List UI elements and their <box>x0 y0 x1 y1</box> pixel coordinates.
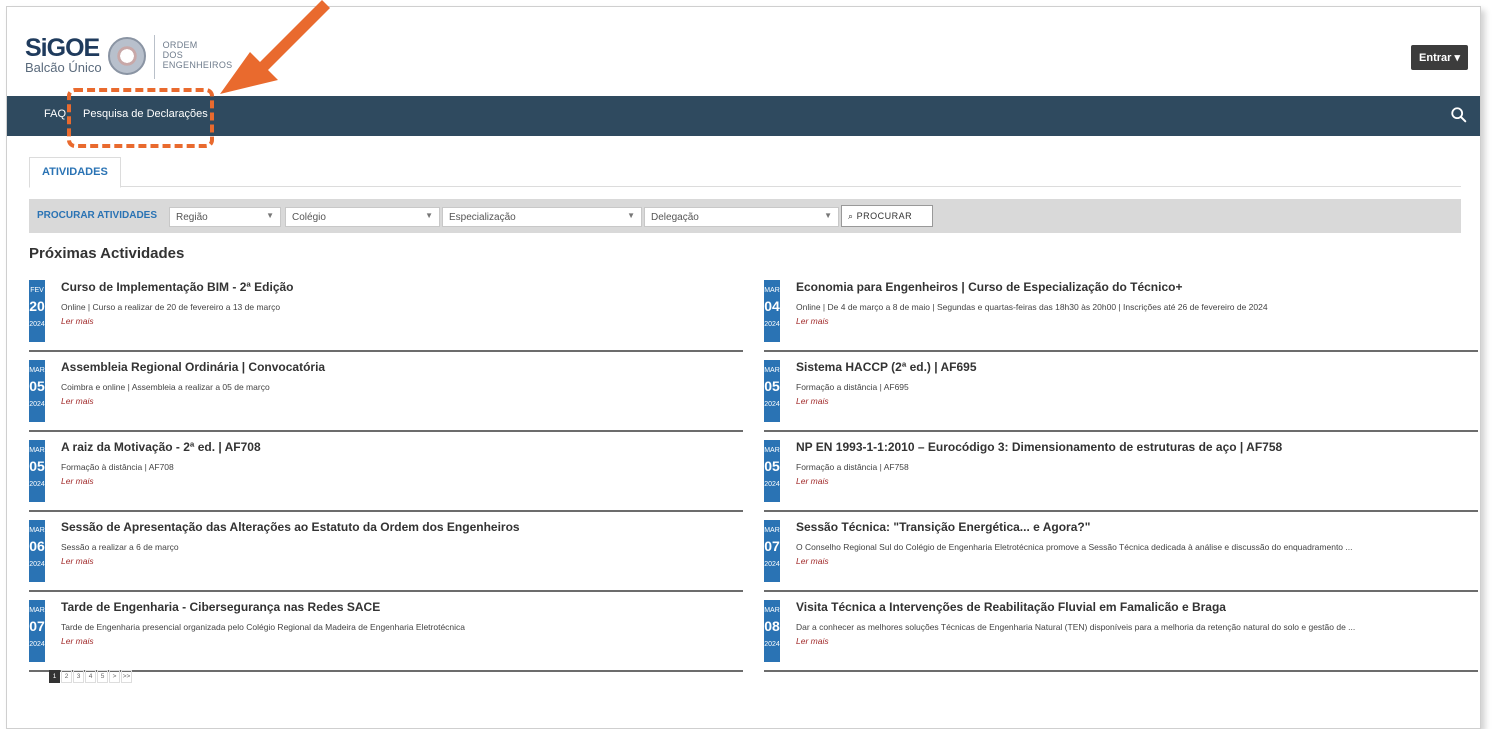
date-badge: MAR 05 2024 <box>764 360 780 422</box>
next-page-link[interactable]: > <box>109 670 120 683</box>
read-more-link[interactable]: Ler mais <box>796 556 829 566</box>
login-button[interactable]: Entrar ▾ <box>1411 45 1468 70</box>
event-description: Formação a distância | AF695 <box>796 382 909 392</box>
site-logo[interactable]: SiGOE Balcão Único ORDEM DOS ENGENHEIROS <box>25 35 232 79</box>
event-card[interactable]: MAR 05 2024 Sistema HACCP (2ª ed.) | AF6… <box>764 360 1478 432</box>
event-card[interactable]: MAR 04 2024 Economia para Engenheiros | … <box>764 280 1478 352</box>
event-description: Online | Curso a realizar de 20 de fever… <box>61 302 281 312</box>
event-title[interactable]: Sessão de Apresentação das Alterações ao… <box>61 520 520 534</box>
event-description: Coimbra e online | Assembleia a realizar… <box>61 382 270 392</box>
event-title[interactable]: Assembleia Regional Ordinária | Convocat… <box>61 360 325 374</box>
date-badge: MAR 05 2024 <box>29 440 45 502</box>
pagination: 1 2 3 4 5 > >> <box>49 670 133 683</box>
read-more-link[interactable]: Ler mais <box>61 396 94 406</box>
last-page-link[interactable]: >> <box>121 670 132 683</box>
annotation-highlight-box <box>67 88 214 148</box>
event-description: Dar a conhecer as melhores soluções Técn… <box>796 622 1356 632</box>
event-description: Formação à distância | AF708 <box>61 462 174 472</box>
read-more-link[interactable]: Ler mais <box>61 476 94 486</box>
date-badge: MAR 05 2024 <box>29 360 45 422</box>
event-title[interactable]: Curso de Implementação BIM - 2ª Edição <box>61 280 294 294</box>
date-badge: MAR 07 2024 <box>764 520 780 582</box>
read-more-link[interactable]: Ler mais <box>61 636 94 646</box>
logo-divider <box>153 35 155 79</box>
date-badge: MAR 07 2024 <box>29 600 45 662</box>
event-description: Formação a distância | AF758 <box>796 462 909 472</box>
event-title[interactable]: A raiz da Motivação - 2ª ed. | AF708 <box>61 440 261 454</box>
delegation-select[interactable]: Delegação ▼ <box>644 207 839 227</box>
caret-down-icon: ▼ <box>425 211 433 220</box>
date-badge: FEV 20 2024 <box>29 280 45 342</box>
read-more-link[interactable]: Ler mais <box>61 316 94 326</box>
search-icon[interactable] <box>1450 106 1468 124</box>
section-title: Próximas Actividades <box>29 245 185 262</box>
search-icon: ⌕ <box>848 211 854 221</box>
page-link[interactable]: 4 <box>85 670 96 683</box>
tab-bar: ATIVIDADES <box>29 157 1461 188</box>
date-badge: MAR 05 2024 <box>764 440 780 502</box>
procurar-button[interactable]: ⌕ PROCURAR <box>841 205 933 227</box>
event-title[interactable]: Economia para Engenheiros | Curso de Esp… <box>796 280 1182 294</box>
caret-down-icon: ▼ <box>627 211 635 220</box>
annotation-arrow-icon <box>220 0 330 94</box>
browser-frame: SiGOE Balcão Único ORDEM DOS ENGENHEIROS… <box>6 6 1481 729</box>
date-badge: MAR 06 2024 <box>29 520 45 582</box>
caret-down-icon: ▼ <box>824 211 832 220</box>
event-title[interactable]: Sessão Técnica: "Transição Energética...… <box>796 520 1090 534</box>
page-link[interactable]: 3 <box>73 670 84 683</box>
event-description: Sessão a realizar a 6 de março <box>61 542 179 552</box>
event-description: O Conselho Regional Sul do Colégio de En… <box>796 542 1353 552</box>
event-card[interactable]: MAR 07 2024 Sessão Técnica: "Transição E… <box>764 520 1478 592</box>
event-card[interactable]: MAR 05 2024 NP EN 1993-1-1:2010 – Eurocó… <box>764 440 1478 512</box>
event-description: Tarde de Engenharia presencial organizad… <box>61 622 466 632</box>
event-card[interactable]: MAR 08 2024 Visita Técnica a Intervençõe… <box>764 600 1478 672</box>
event-card[interactable]: MAR 05 2024 A raiz da Motivação - 2ª ed.… <box>29 440 743 512</box>
filter-bar: PROCURAR ATIVIDADES Região ▼ Colégio ▼ Esp… <box>29 199 1461 233</box>
read-more-link[interactable]: Ler mais <box>61 556 94 566</box>
brand-subtitle: Balcão Único <box>25 60 102 75</box>
brand-name: SiGOE <box>25 34 100 62</box>
event-title[interactable]: Visita Técnica a Intervenções de Reabili… <box>796 600 1226 614</box>
caret-down-icon: ▼ <box>266 211 274 220</box>
read-more-link[interactable]: Ler mais <box>796 396 829 406</box>
specialization-select[interactable]: Especialização ▼ <box>442 207 642 227</box>
event-card[interactable]: MAR 07 2024 Tarde de Engenharia - Cibers… <box>29 600 743 672</box>
event-description: Online | De 4 de março a 8 de maio | Seg… <box>796 302 1268 312</box>
read-more-link[interactable]: Ler mais <box>796 476 829 486</box>
event-title[interactable]: Tarde de Engenharia - Cibersegurança nas… <box>61 600 380 614</box>
page-link[interactable]: 1 <box>49 670 60 683</box>
page-link[interactable]: 2 <box>61 670 72 683</box>
oe-seal-icon <box>107 37 146 75</box>
tab-atividades[interactable]: ATIVIDADES <box>29 157 121 188</box>
page-link[interactable]: 5 <box>97 670 108 683</box>
event-card[interactable]: FEV 20 2024 Curso de Implementação BIM -… <box>29 280 743 352</box>
nav-item-faq[interactable]: FAQ <box>44 108 66 120</box>
college-select[interactable]: Colégio ▼ <box>285 207 440 227</box>
filter-label: PROCURAR ATIVIDADES <box>37 210 158 221</box>
event-card[interactable]: MAR 06 2024 Sessão de Apresentação das A… <box>29 520 743 592</box>
read-more-link[interactable]: Ler mais <box>796 636 829 646</box>
event-title[interactable]: Sistema HACCP (2ª ed.) | AF695 <box>796 360 977 374</box>
event-title[interactable]: NP EN 1993-1-1:2010 – Eurocódigo 3: Dime… <box>796 440 1282 454</box>
event-card[interactable]: MAR 05 2024 Assembleia Regional Ordinári… <box>29 360 743 432</box>
date-badge: MAR 08 2024 <box>764 600 780 662</box>
region-select[interactable]: Região ▼ <box>169 207 281 227</box>
read-more-link[interactable]: Ler mais <box>796 316 829 326</box>
date-badge: MAR 04 2024 <box>764 280 780 342</box>
